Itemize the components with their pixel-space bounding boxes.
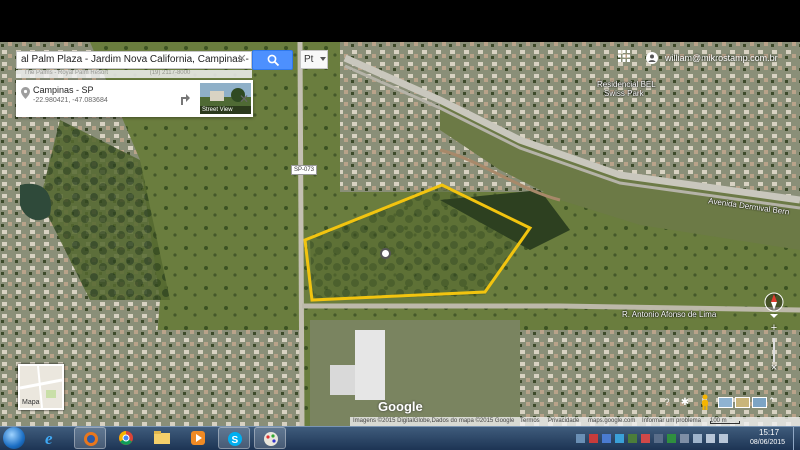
location-marker[interactable] bbox=[380, 248, 391, 259]
internet-explorer-icon[interactable]: e bbox=[36, 427, 68, 449]
search-icon bbox=[267, 54, 280, 67]
photo-thumbnail-1[interactable] bbox=[718, 397, 733, 408]
apps-grid-icon[interactable] bbox=[618, 50, 630, 62]
svg-text:S: S bbox=[232, 435, 239, 446]
search-suggestion[interactable]: The Palms - Royal Palm Resort (19) 2117-… bbox=[16, 70, 252, 78]
account-icon[interactable] bbox=[646, 52, 658, 64]
show-desktop-button[interactable] bbox=[793, 427, 800, 450]
skype-icon[interactable]: S bbox=[218, 427, 250, 449]
scale-bar bbox=[710, 421, 740, 424]
highway-shield: SP-073 bbox=[291, 165, 318, 175]
search-button[interactable] bbox=[252, 50, 293, 70]
bluetooth-icon[interactable] bbox=[602, 434, 611, 443]
map-type-label: Mapa bbox=[22, 399, 40, 406]
privacy-link[interactable]: Privacidade bbox=[548, 418, 579, 424]
tray-icon-6[interactable] bbox=[667, 434, 676, 443]
folder-icon[interactable] bbox=[146, 427, 178, 449]
screen: Residencial BEL Swiss Park SP-073 Avenid… bbox=[0, 0, 800, 450]
tray-icon-7[interactable] bbox=[680, 434, 689, 443]
zoom-in-button[interactable]: + bbox=[767, 322, 781, 336]
paint-icon[interactable] bbox=[254, 427, 286, 449]
close-icon[interactable]: ✕ bbox=[239, 92, 249, 106]
suggestion-text: The Palms - Royal Palm Resort bbox=[24, 70, 109, 76]
antivirus-icon[interactable] bbox=[641, 434, 650, 443]
tray-icon-1[interactable] bbox=[576, 434, 585, 443]
chevron-down-icon bbox=[320, 57, 326, 61]
place-name: Campinas - SP bbox=[33, 85, 94, 95]
map-pin-icon bbox=[21, 87, 30, 99]
residential-label: Residencial BEL bbox=[597, 80, 656, 89]
domain-link[interactable]: maps.google.com bbox=[588, 418, 635, 424]
flag-icon[interactable] bbox=[693, 434, 702, 443]
firefox-icon[interactable] bbox=[74, 427, 106, 449]
tray-icon-3[interactable] bbox=[615, 434, 624, 443]
svg-text:e: e bbox=[45, 429, 53, 448]
zoom-slider-track[interactable] bbox=[773, 338, 775, 362]
network-icon[interactable] bbox=[706, 434, 715, 443]
street-view-label: Street View bbox=[200, 106, 251, 114]
photo-thumbnail-2[interactable] bbox=[735, 397, 750, 408]
street-label: R. Antonio Afonso de Lima bbox=[622, 310, 717, 319]
pegman-icon[interactable] bbox=[700, 394, 710, 410]
map-type-toggle[interactable]: Mapa bbox=[18, 364, 64, 410]
residential-label-2: Swiss Park bbox=[604, 89, 644, 98]
google-logo: Google bbox=[378, 399, 423, 414]
compass-icon[interactable] bbox=[764, 292, 784, 318]
search-input[interactable]: al Palm Plaza - Jardim Nova California, … bbox=[16, 51, 252, 69]
suggestion-phone: (19) 2117-8000 bbox=[149, 70, 191, 76]
tray-icon-5[interactable] bbox=[654, 434, 663, 443]
clock-date[interactable]: 08/06/2015 bbox=[750, 439, 785, 446]
help-icon[interactable]: ? bbox=[661, 397, 673, 409]
tray-icon-4[interactable] bbox=[628, 434, 637, 443]
clear-search-icon[interactable]: ✕ bbox=[235, 52, 249, 65]
top-black-bar bbox=[0, 0, 800, 42]
start-button[interactable] bbox=[3, 427, 25, 449]
report-problem-link[interactable]: Informar um problema bbox=[642, 418, 701, 424]
zoom-out-button[interactable]: × bbox=[767, 362, 781, 376]
directions-icon[interactable] bbox=[178, 91, 190, 105]
photo-thumbnail-3[interactable] bbox=[752, 397, 767, 408]
clock-time[interactable]: 15:17 bbox=[759, 428, 779, 437]
account-email[interactable]: william@mikrostamp.com.br bbox=[665, 53, 778, 63]
chrome-icon[interactable] bbox=[110, 427, 142, 449]
place-coordinates: -22.980421, -47.083684 bbox=[33, 97, 108, 104]
imagery-credit: Imagens ©2015 DigitalGlobe,Dados do mapa… bbox=[353, 418, 515, 424]
gear-icon[interactable]: ✱ bbox=[679, 397, 691, 409]
volume-icon[interactable] bbox=[719, 434, 728, 443]
terms-link[interactable]: Termos bbox=[520, 418, 540, 424]
tray-icon-2[interactable] bbox=[589, 434, 598, 443]
media-player-icon[interactable] bbox=[182, 427, 214, 449]
expand-icon[interactable]: ⌃ bbox=[768, 396, 776, 407]
place-card[interactable]: Campinas - SP -22.980421, -47.083684 Str… bbox=[16, 80, 253, 117]
